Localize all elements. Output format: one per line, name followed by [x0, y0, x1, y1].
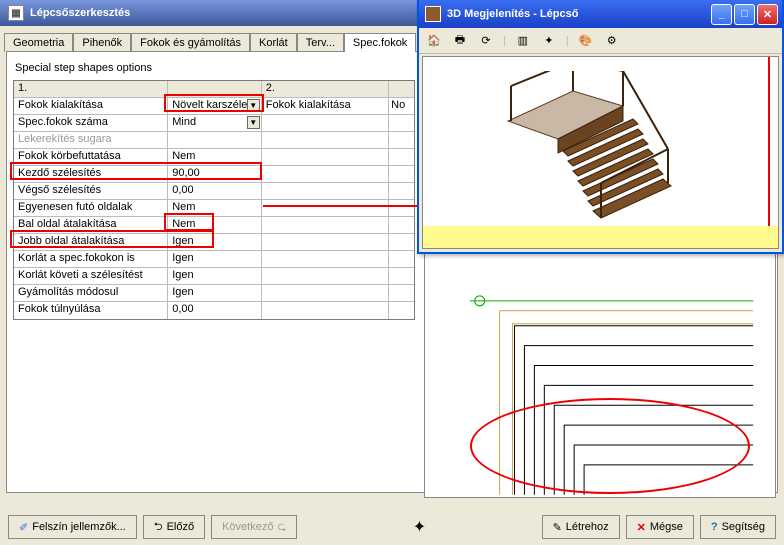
tab-fokok[interactable]: Fokok és gyámolítás: [131, 33, 250, 52]
refresh-icon[interactable]: ⟳: [477, 32, 495, 50]
dropdown-icon[interactable]: ▼: [247, 116, 260, 129]
row-gyamolitas-modosul: Gyámolítás módosul Igen: [14, 285, 414, 302]
preview-3d-toolbar: 🏠 🖶 ⟳ | ▥ ✦ | 🎨 ⚙: [419, 28, 782, 54]
gear-icon[interactable]: ⚙: [603, 32, 621, 50]
cell-fokok-kialakitasa-value[interactable]: Növelt karszéles▼: [168, 98, 262, 114]
prev-button[interactable]: ⮌ Előző: [143, 515, 205, 539]
preview-3d-window[interactable]: 3D Megjelenítés - Lépcső _ □ ✕ 🏠 🖶 ⟳ | ▥…: [417, 0, 784, 254]
cell-korbefuttatasa-value[interactable]: Nem: [168, 149, 262, 165]
row-korlat-koveti: Korlát követi a szélesítést Igen: [14, 268, 414, 285]
tab-pihenok[interactable]: Pihenők: [73, 33, 131, 52]
cell-vegso-szelesites-value[interactable]: 0,00: [168, 183, 262, 199]
preview-3d-title: 3D Megjelenítés - Lépcső: [447, 8, 578, 20]
dropdown-icon[interactable]: ▼: [247, 99, 260, 112]
tab-geometria[interactable]: Geometria: [4, 33, 73, 52]
cell-fokok-tulnyulasa-value[interactable]: 0,00: [168, 302, 262, 319]
cell-gyamolitas-modosul-value[interactable]: Igen: [168, 285, 262, 301]
preview-3d-canvas[interactable]: [422, 56, 779, 249]
app-icon: ▦: [8, 5, 24, 21]
axis-icon[interactable]: ✦: [413, 517, 426, 537]
help-button[interactable]: ? Segítség: [700, 515, 776, 539]
row-korbefuttatasa: Fokok körbefuttatása Nem: [14, 149, 414, 166]
brush-icon: ✐: [19, 521, 28, 534]
row-fokok-kialakitasa: Fokok kialakítása Növelt karszéles▼ Foko…: [14, 98, 414, 115]
cell-korlat-koveti-value[interactable]: Igen: [168, 268, 262, 284]
cell-korlat-specfokokon-value[interactable]: Igen: [168, 251, 262, 267]
button-bar: ✐ Felszín jellemzők... ⮌ Előző Következő…: [0, 509, 784, 545]
col-header-2: 2.: [262, 81, 389, 97]
main-window-title: Lépcsőszerkesztés: [30, 7, 130, 19]
maximize-button[interactable]: □: [734, 4, 755, 25]
settings-icon[interactable]: ✦: [540, 32, 558, 50]
preview-3d-titlebar[interactable]: 3D Megjelenítés - Lépcső _ □ ✕: [419, 0, 782, 28]
cell-egyenesen-futo-value[interactable]: Nem: [168, 200, 262, 216]
cell-bal-oldal-value[interactable]: Nem: [168, 217, 262, 233]
tab-specfokok[interactable]: Spec.fokok: [344, 33, 416, 52]
cell-jobb-oldal-value[interactable]: Igen: [168, 234, 262, 250]
next-button: Következő ⮎: [211, 515, 297, 539]
view-icon[interactable]: ▥: [514, 32, 532, 50]
row-lekerekites: Lekerekítés sugara: [14, 132, 414, 149]
surface-props-button[interactable]: ✐ Felszín jellemzők...: [8, 515, 137, 539]
row-jobb-oldal: Jobb oldal átalakítása Igen: [14, 234, 414, 251]
row-vegso-szelesites: Végső szélesítés 0,00: [14, 183, 414, 200]
pencil-icon: ✎: [553, 521, 562, 534]
row-egyenesen-futo: Egyenesen futó oldalak Nem: [14, 200, 414, 217]
home-icon[interactable]: 🏠: [425, 32, 443, 50]
tab-terv[interactable]: Terv...: [297, 33, 344, 52]
close-button[interactable]: ✕: [757, 4, 778, 25]
help-icon: ?: [711, 521, 718, 533]
cancel-button[interactable]: ✕ Mégse: [626, 515, 694, 539]
row-kezdo-szelesites: Kezdő szélesítés 90,00: [14, 166, 414, 183]
row-bal-oldal: Bal oldal átalakítása Nem: [14, 217, 414, 234]
row-specfokok-szama: Spec.fokok száma Mind▼: [14, 115, 414, 132]
col-header-1: 1.: [14, 81, 168, 97]
close-icon: ✕: [637, 521, 646, 534]
next-icon: ⮎: [277, 518, 286, 537]
options-grid: 1. 2. Fokok kialakítása Növelt karszéles…: [13, 80, 415, 320]
prev-icon: ⮌: [154, 518, 163, 537]
palette-icon[interactable]: 🎨: [577, 32, 595, 50]
print-icon[interactable]: 🖶: [451, 32, 469, 50]
cell-specfokok-szama-value[interactable]: Mind▼: [168, 115, 262, 131]
tab-korlat[interactable]: Korlát: [250, 33, 297, 52]
cell-kezdo-szelesites-value[interactable]: 90,00: [168, 166, 262, 182]
stair-icon: [425, 6, 441, 22]
grid-header: 1. 2.: [14, 81, 414, 98]
annotation-line: [768, 57, 770, 226]
row-korlat-specfokokon: Korlát a spec.fokokon is Igen: [14, 251, 414, 268]
create-button[interactable]: ✎ Létrehoz: [542, 515, 620, 539]
row-fokok-tulnyulasa: Fokok túlnyúlása 0,00: [14, 302, 414, 319]
stair-3d-render: [503, 71, 683, 231]
minimize-button[interactable]: _: [711, 4, 732, 25]
